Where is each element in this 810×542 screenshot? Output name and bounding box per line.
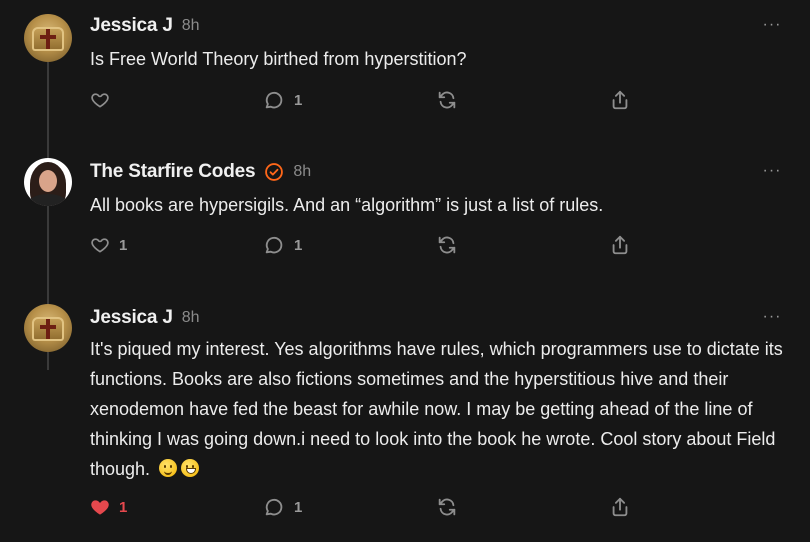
share-icon <box>612 235 628 255</box>
comment-actions: 1 1 <box>90 496 650 518</box>
comment-text: All books are hypersigils. And an “algor… <box>90 195 604 215</box>
reply-button[interactable]: 1 <box>263 496 302 518</box>
like-count: 1 <box>119 498 128 516</box>
restack-icon <box>438 498 456 516</box>
heart-icon <box>91 500 109 515</box>
restack-icon <box>438 236 456 254</box>
author-name[interactable]: The Starfire Codes <box>90 161 256 183</box>
slightly-smiling-face-emoji <box>159 459 178 477</box>
comment-text: Is Free World Theory birthed from hypers… <box>90 49 467 69</box>
share-icon <box>612 497 628 517</box>
comment-icon <box>265 498 283 516</box>
like-button[interactable]: 1 <box>90 234 127 256</box>
reply-count: 1 <box>294 498 303 516</box>
comment-icon <box>265 236 283 254</box>
reply-count: 1 <box>294 236 303 254</box>
comment-text: It's piqued my interest. Yes algorithms … <box>90 339 783 479</box>
timestamp[interactable]: 8h <box>182 17 200 35</box>
restack-button[interactable] <box>436 89 458 111</box>
share-icon <box>612 90 628 110</box>
like-count: 1 <box>119 236 128 254</box>
avatar[interactable] <box>24 158 72 206</box>
author-name[interactable]: Jessica J <box>90 307 173 329</box>
comment-body: It's piqued my interest. Yes algorithms … <box>90 334 790 484</box>
like-button[interactable] <box>90 89 119 111</box>
more-options-button[interactable]: ··· <box>762 308 782 326</box>
reply-button[interactable]: 1 <box>263 89 302 111</box>
share-button[interactable] <box>609 496 631 518</box>
timestamp[interactable]: 8h <box>182 309 200 327</box>
restack-icon <box>438 91 456 109</box>
reply-count: 1 <box>294 91 303 109</box>
grinning-face-emoji <box>181 459 200 477</box>
more-options-button[interactable]: ··· <box>762 16 782 34</box>
heart-icon <box>91 93 109 108</box>
heart-icon <box>91 238 109 253</box>
more-options-button[interactable]: ··· <box>762 162 782 180</box>
comment-actions: 1 <box>90 89 650 111</box>
comment-header: Jessica J 8h <box>90 14 200 38</box>
comment-icon <box>265 91 283 109</box>
reply-button[interactable]: 1 <box>263 234 302 256</box>
comment-actions: 1 1 <box>90 234 650 256</box>
avatar[interactable] <box>24 304 72 352</box>
avatar[interactable] <box>24 14 72 62</box>
share-button[interactable] <box>609 89 631 111</box>
author-name[interactable]: Jessica J <box>90 15 173 37</box>
verified-check-icon <box>265 163 284 181</box>
comment-header: The Starfire Codes 8h <box>90 160 311 184</box>
timestamp[interactable]: 8h <box>293 163 311 181</box>
comment-header: Jessica J 8h <box>90 306 200 330</box>
share-button[interactable] <box>609 234 631 256</box>
like-button[interactable]: 1 <box>90 496 127 518</box>
restack-button[interactable] <box>436 234 458 256</box>
restack-button[interactable] <box>436 496 458 518</box>
